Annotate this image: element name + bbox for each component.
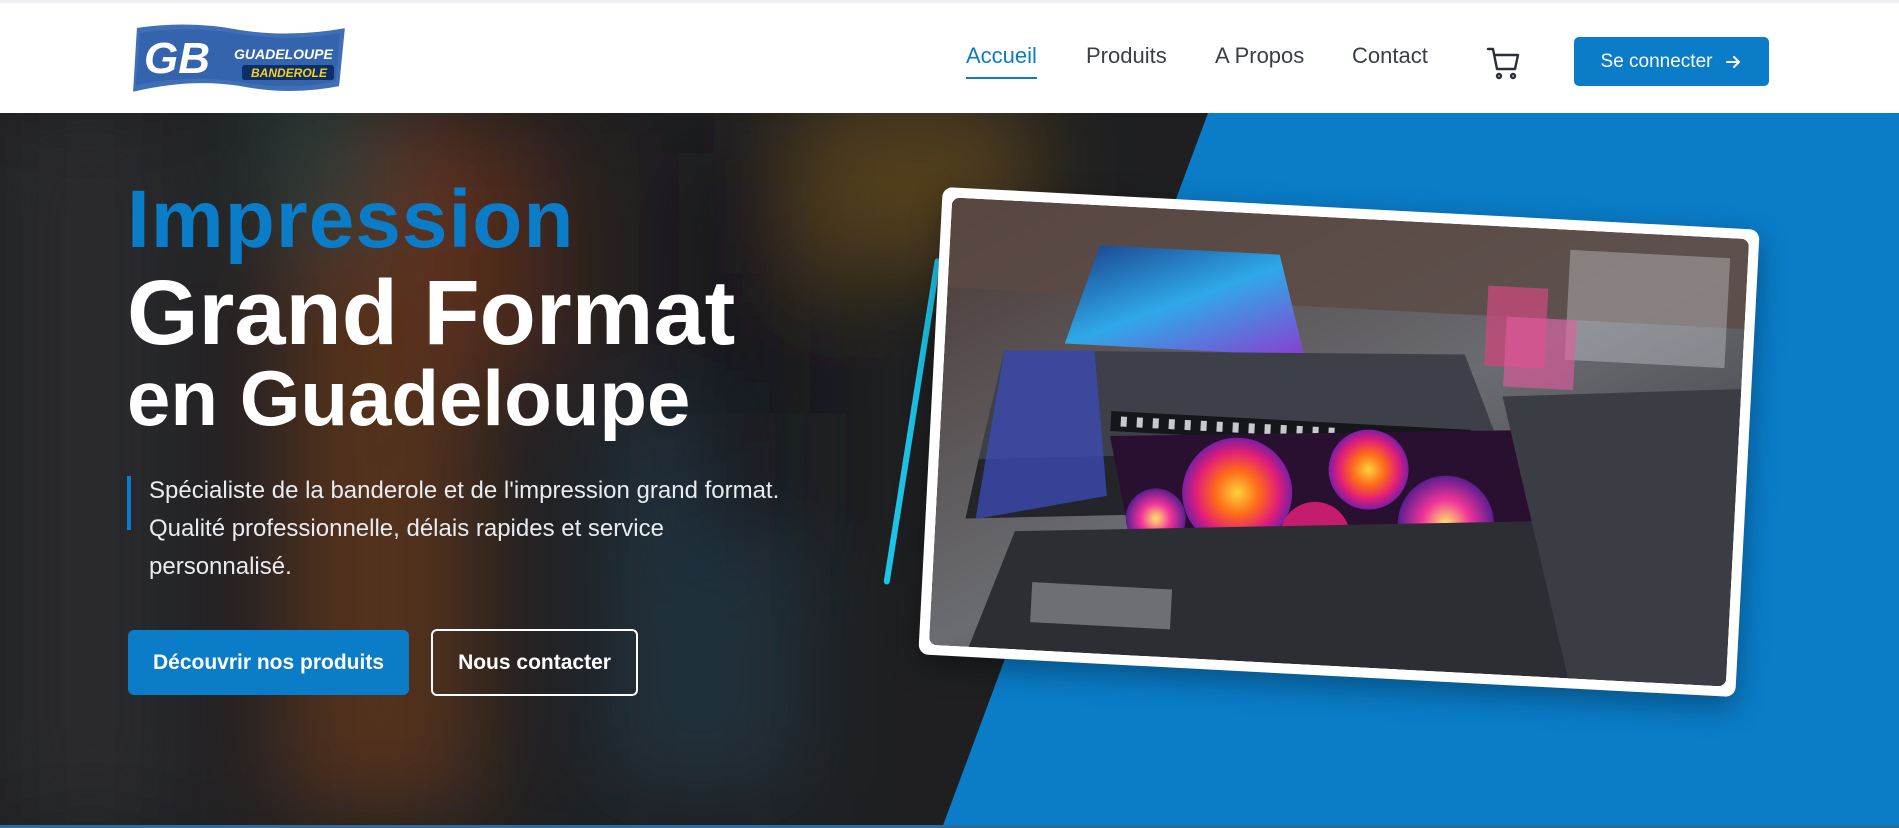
description-accent-bar	[127, 476, 131, 530]
hero-title-line3: en Guadeloupe	[127, 354, 691, 442]
hero-title-line1: Impression	[127, 174, 575, 265]
brand-logo[interactable]: GB GUADELOUPE BANDEROLE	[130, 21, 352, 97]
printer-illustration	[928, 197, 1750, 687]
arrow-right-icon	[1726, 55, 1741, 68]
large-format-printer-photo	[928, 197, 1750, 687]
nav-contact[interactable]: Contact	[1352, 43, 1428, 69]
hero-description-line: Spécialiste de la banderole et de l'impr…	[149, 477, 780, 504]
svg-text:GB: GB	[144, 34, 210, 83]
svg-text:BANDEROLE: BANDEROLE	[251, 66, 328, 80]
login-label: Se connecter	[1600, 50, 1713, 72]
hero-image-frame	[918, 186, 1760, 698]
site-header: GB GUADELOUPE BANDEROLE Accueil Produits…	[0, 3, 1899, 113]
nav-produits[interactable]: Produits	[1086, 43, 1167, 69]
hero-description: Spécialiste de la banderole et de l'impr…	[149, 472, 869, 586]
discover-products-button[interactable]: Découvrir nos produits	[128, 630, 409, 695]
nav-a-propos[interactable]: A Propos	[1215, 43, 1304, 69]
login-button[interactable]: Se connecter	[1574, 37, 1769, 86]
hero-section: Impression Grand Format en Guadeloupe Sp…	[0, 113, 1899, 828]
hero-title-line2: Grand Format	[127, 262, 736, 364]
cart-icon[interactable]	[1486, 45, 1522, 81]
svg-text:GUADELOUPE: GUADELOUPE	[234, 46, 333, 62]
hero-description-line: personnalisé.	[149, 553, 292, 580]
nav-accueil[interactable]: Accueil	[966, 43, 1037, 79]
contact-us-button[interactable]: Nous contacter	[431, 629, 638, 696]
hero-description-line: Qualité professionnelle, délais rapides …	[149, 515, 664, 542]
